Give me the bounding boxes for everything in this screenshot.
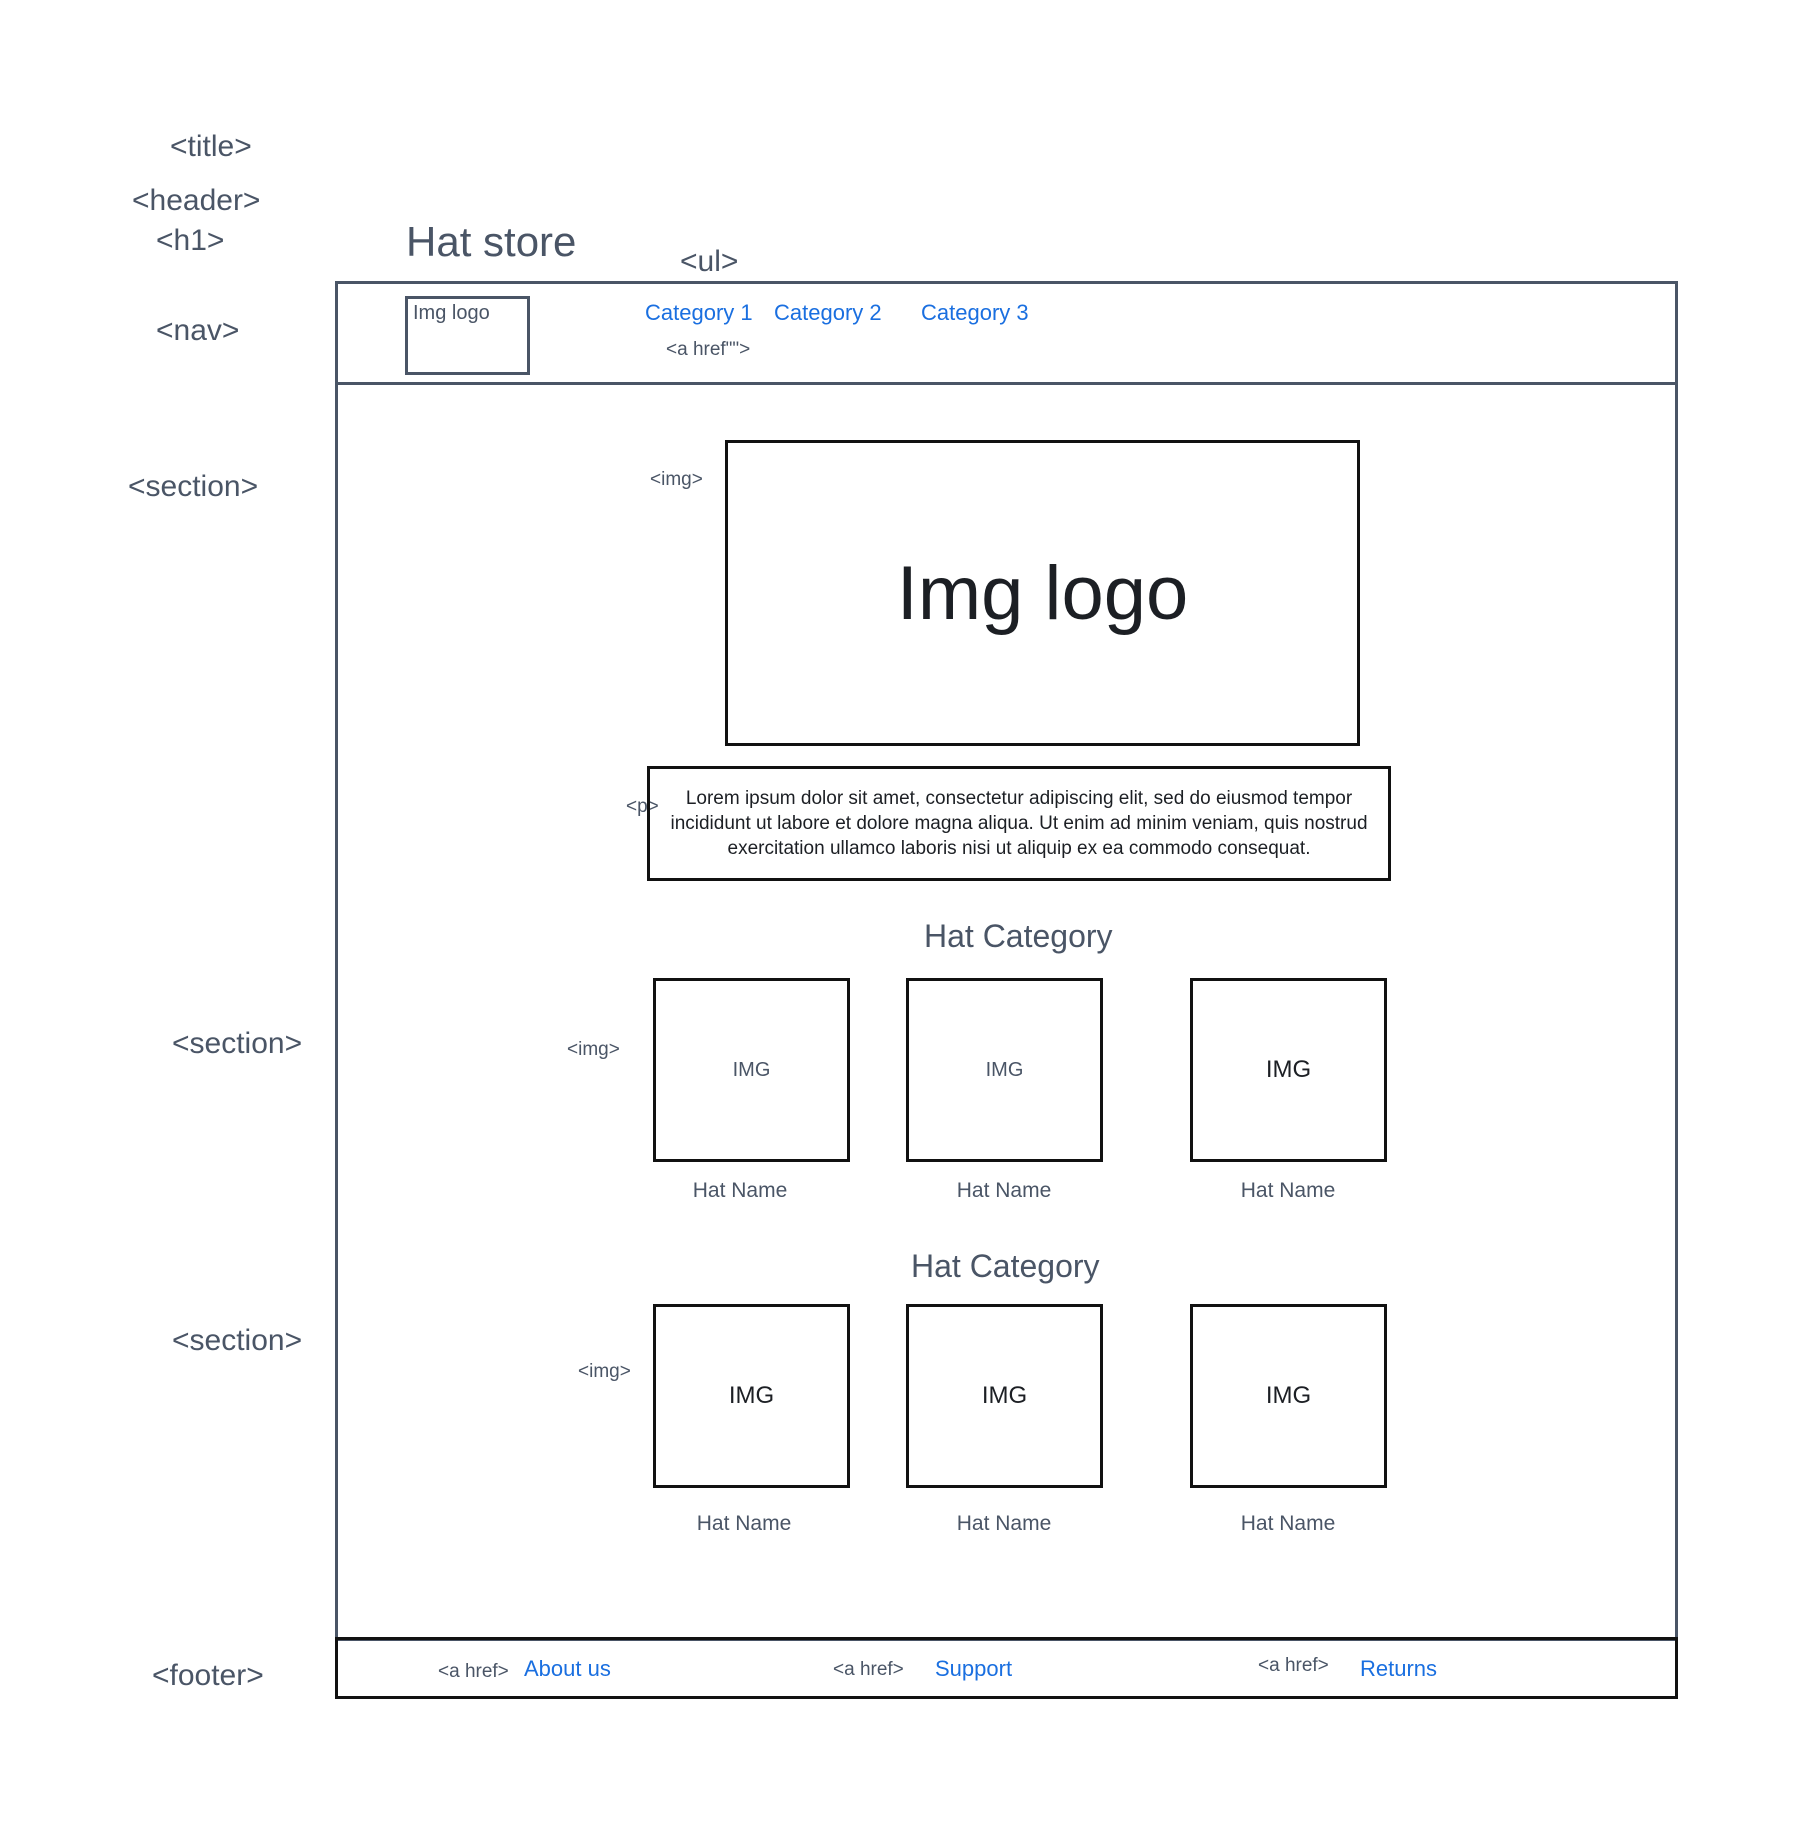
nav-bar: Img logo Category 1 Category 2 Category …: [335, 281, 1678, 385]
nav-logo-box[interactable]: Img logo: [405, 296, 530, 375]
hero-paragraph: Lorem ipsum dolor sit amet, consectetur …: [670, 788, 1368, 859]
hat-name: Hat Name: [1240, 1512, 1336, 1535]
hero-paragraph-box: Lorem ipsum dolor sit amet, consectetur …: [647, 766, 1391, 881]
title-tag-label: <title>: [170, 130, 252, 163]
ul-tag-label: <ul>: [680, 245, 739, 278]
footer-link-support[interactable]: Support: [935, 1656, 1012, 1682]
hero-logo-label: Img logo: [896, 550, 1189, 636]
hat-image[interactable]: IMG: [653, 1304, 850, 1488]
footer-link-about-us[interactable]: About us: [524, 1656, 611, 1682]
hat-image[interactable]: IMG: [653, 978, 850, 1162]
hat-name: Hat Name: [692, 1179, 788, 1202]
nav-link-category-3[interactable]: Category 3: [921, 300, 1029, 326]
hat-image-label: IMG: [981, 1382, 1028, 1409]
hat-image-label: IMG: [1265, 1056, 1312, 1083]
nav-link-category-2[interactable]: Category 2: [774, 300, 882, 326]
footer-a-href-tag-label: <a href>: [833, 1659, 904, 1680]
hat-image[interactable]: IMG: [906, 978, 1103, 1162]
hero-logo-image: Img logo: [725, 440, 1360, 746]
site-title: Hat store: [406, 218, 577, 265]
hero-img-tag-label: <img>: [650, 469, 703, 490]
hat-image-label: IMG: [985, 1058, 1024, 1081]
hat-image[interactable]: IMG: [1190, 978, 1387, 1162]
section-tag-label-3: <section>: [172, 1324, 303, 1357]
nav-link-category-1[interactable]: Category 1: [645, 300, 753, 326]
footer-link-returns[interactable]: Returns: [1360, 1656, 1437, 1682]
header-tag-label: <header>: [132, 184, 261, 217]
h1-tag-label: <h1>: [156, 224, 225, 257]
footer-tag-label: <footer>: [152, 1659, 264, 1692]
hat-name: Hat Name: [956, 1512, 1052, 1535]
hat-image-label: IMG: [728, 1382, 775, 1409]
hat-image-label: IMG: [732, 1058, 771, 1081]
section-tag-label-1: <section>: [128, 470, 259, 503]
footer-a-href-tag-label: <a href>: [1258, 1655, 1329, 1676]
section-2-img-tag-label: <img>: [567, 1039, 620, 1060]
hat-name: Hat Name: [1240, 1179, 1336, 1202]
category-heading-2: Hat Category: [911, 1248, 1100, 1284]
nav-a-href-tag-label: <a href"">: [666, 339, 751, 360]
footer-a-href-tag-label: <a href>: [438, 1661, 509, 1682]
hat-image[interactable]: IMG: [1190, 1304, 1387, 1488]
footer-bar: <a href> About us <a href> Support <a hr…: [335, 1637, 1678, 1699]
nav-logo-label: Img logo: [413, 302, 490, 324]
hat-name: Hat Name: [956, 1179, 1052, 1202]
hat-image[interactable]: IMG: [906, 1304, 1103, 1488]
section-3-img-tag-label: <img>: [578, 1361, 631, 1382]
hat-image-label: IMG: [1265, 1382, 1312, 1409]
section-tag-label-2: <section>: [172, 1027, 303, 1060]
nav-tag-label: <nav>: [156, 314, 240, 347]
hat-name: Hat Name: [696, 1512, 792, 1535]
category-heading-1: Hat Category: [924, 918, 1113, 954]
